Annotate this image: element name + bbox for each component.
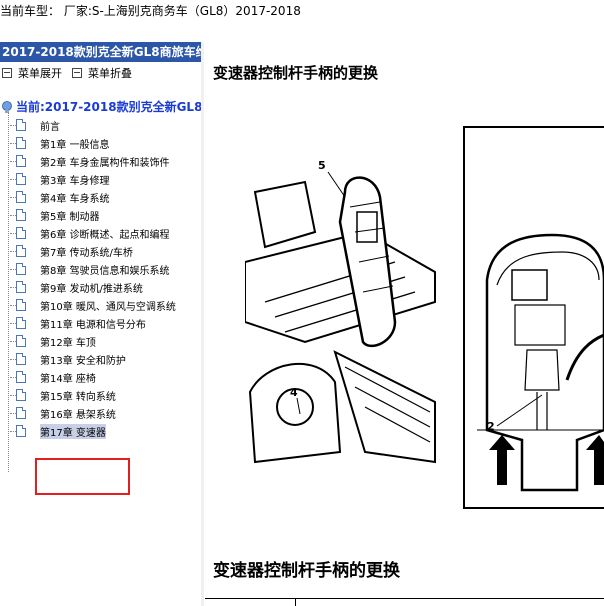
tree-item[interactable]: 第8章 驾驶员信息和娱乐系统 <box>10 261 170 277</box>
expand-icon <box>2 68 12 78</box>
tree-item[interactable]: 第10章 暖风、通风与空调系统 <box>10 297 176 313</box>
tree-item-label: 第3章 车身修理 <box>40 175 110 187</box>
document-icon <box>16 263 26 275</box>
collapse-menu-button[interactable]: 菜单折叠 <box>72 65 132 81</box>
collapse-icon <box>72 68 82 78</box>
document-icon <box>16 389 26 401</box>
globe-icon <box>2 100 12 113</box>
panel-splitter[interactable] <box>201 42 204 606</box>
document-icon <box>16 335 26 347</box>
tree-item-label: 第10章 暖风、通风与空调系统 <box>40 301 176 313</box>
callout-4: 4 <box>290 386 298 399</box>
tree-item[interactable]: 第11章 电源和信号分布 <box>10 315 146 331</box>
procedure-table <box>205 598 604 606</box>
tree-item-label: 第8章 驾驶员信息和娱乐系统 <box>40 265 170 277</box>
tree-item-label: 第12章 车顶 <box>40 337 96 349</box>
tree-item-label: 前言 <box>40 121 60 133</box>
tree-item-label: 第17章 变速器 <box>40 423 106 439</box>
callout-5: 5 <box>318 159 326 172</box>
manual-title-header: 2017-2018款别克全新GL8商旅车维修手 <box>0 42 201 62</box>
tree-item[interactable]: 第7章 传动系统/车桥 <box>10 243 133 259</box>
tree-item-label: 第14章 座椅 <box>40 373 96 385</box>
document-icon <box>16 281 26 293</box>
tree-item-label: 第13章 安全和防护 <box>40 355 126 367</box>
window-title: 当前车型： 厂家:S-上海别克商务车（GL8）2017-2018 <box>0 0 604 22</box>
tree-item[interactable]: 第3章 车身修理 <box>10 171 110 187</box>
tree-item[interactable]: 第13章 安全和防护 <box>10 351 126 367</box>
document-icon <box>16 173 26 185</box>
tree-item[interactable]: 前言 <box>10 117 60 133</box>
document-icon <box>16 371 26 383</box>
tree-item-label: 第6章 诊断概述、起点和编程 <box>40 229 170 241</box>
tree-item[interactable]: 第12章 车顶 <box>10 333 96 349</box>
document-icon <box>16 155 26 167</box>
document-icon <box>16 299 26 311</box>
tree-root-label: 当前:2017-2018款别克全新GL8i <box>16 100 202 114</box>
tree-item[interactable]: 第15章 转向系统 <box>10 387 116 403</box>
tree-item-label: 第7章 传动系统/车桥 <box>40 247 133 259</box>
navigation-panel: 2017-2018款别克全新GL8商旅车维修手 菜单展开 菜单折叠 当前:201… <box>0 42 202 606</box>
tree-root-node[interactable]: 当前:2017-2018款别克全新GL8i <box>2 98 202 115</box>
document-icon <box>16 425 26 437</box>
figure-shifter-assembly: 5 4 <box>245 152 439 472</box>
tree-item[interactable]: 第16章 悬架系统 <box>10 405 116 421</box>
tree-item[interactable]: 第4章 车身系统 <box>10 189 110 205</box>
tree-item-label: 第9章 发动机/推进系统 <box>40 283 143 295</box>
tree-item-label: 第4章 车身系统 <box>40 193 110 205</box>
section-heading: 变速器控制杆手柄的更换 <box>213 64 379 82</box>
tree-item[interactable]: 第1章 一般信息 <box>10 135 110 151</box>
tree-item[interactable]: 第14章 座椅 <box>10 369 96 385</box>
document-icon <box>16 227 26 239</box>
tree-item[interactable]: 第2章 车身金属构件和装饰件 <box>10 153 170 169</box>
document-icon <box>16 209 26 221</box>
tree-toolbar: 菜单展开 菜单折叠 <box>0 62 201 84</box>
tree-item-label: 第1章 一般信息 <box>40 139 110 151</box>
content-pane: 变速器控制杆手柄的更换 5 4 2 变速器控制杆手柄的更换 <box>205 42 604 606</box>
collapse-menu-label: 菜单折叠 <box>88 67 132 80</box>
tree-item-label: 第15章 转向系统 <box>40 391 116 403</box>
document-icon <box>16 137 26 149</box>
tree-item-label: 第2章 车身金属构件和装饰件 <box>40 157 170 169</box>
document-icon <box>16 245 26 257</box>
tree-item[interactable]: 第5章 制动器 <box>10 207 100 223</box>
document-icon <box>16 407 26 419</box>
tree-item[interactable]: 第9章 发动机/推进系统 <box>10 279 143 295</box>
figure-shift-knob: 2 <box>477 233 604 492</box>
tree-item[interactable]: 第17章 变速器 <box>10 423 106 439</box>
document-icon <box>16 119 26 131</box>
annotation-highlight <box>35 458 130 495</box>
expand-menu-button[interactable]: 菜单展开 <box>2 65 62 81</box>
tree-item[interactable]: 第6章 诊断概述、起点和编程 <box>10 225 170 241</box>
document-icon <box>16 353 26 365</box>
document-icon <box>16 317 26 329</box>
tree-item-label: 第16章 悬架系统 <box>40 409 116 421</box>
expand-menu-label: 菜单展开 <box>18 67 62 80</box>
document-icon <box>16 191 26 203</box>
tree-item-label: 第11章 电源和信号分布 <box>40 319 146 331</box>
callout-2: 2 <box>487 420 495 433</box>
tree-item-label: 第5章 制动器 <box>40 211 100 223</box>
section-heading-repeat: 变速器控制杆手柄的更换 <box>213 561 400 581</box>
